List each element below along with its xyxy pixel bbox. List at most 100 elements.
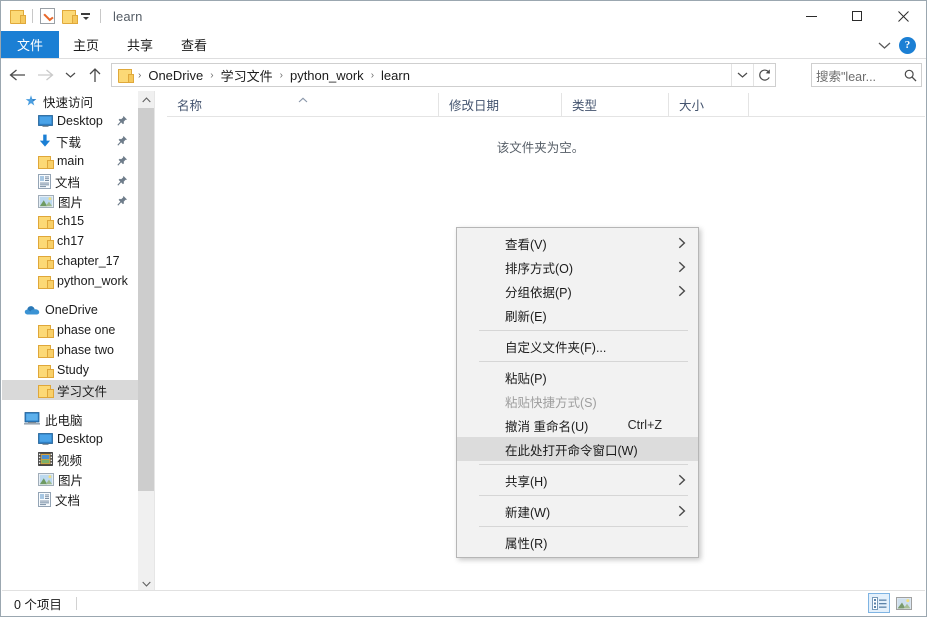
navpane-scrollbar[interactable] bbox=[138, 91, 154, 592]
column-header-type[interactable]: 类型 bbox=[562, 93, 669, 116]
previous-locations-icon[interactable] bbox=[731, 64, 753, 86]
navpane-item-quick-access-4[interactable]: 图片 bbox=[2, 191, 138, 211]
breadcrumb-separator-2[interactable]: › bbox=[277, 70, 286, 81]
help-icon[interactable]: ? bbox=[899, 37, 916, 54]
navpane-item-quick-access-5[interactable]: ch15 bbox=[2, 211, 138, 231]
pin-icon[interactable] bbox=[117, 135, 128, 146]
folder-icon bbox=[38, 324, 53, 337]
column-header-name[interactable]: 名称 bbox=[167, 93, 439, 116]
navpane-item-quick-access-2[interactable]: main bbox=[2, 151, 138, 171]
breadcrumb-separator-3[interactable]: › bbox=[368, 70, 377, 81]
navpane-root-quick-access[interactable]: 快速访问 bbox=[2, 91, 138, 111]
minimize-button[interactable] bbox=[788, 1, 834, 31]
context-menu-separator bbox=[479, 330, 688, 331]
chevron-right-icon bbox=[678, 237, 686, 249]
context-menu-item-9[interactable]: 撤消 重命名(U)Ctrl+Z bbox=[457, 413, 698, 437]
folder-icon[interactable] bbox=[9, 9, 25, 23]
navpane-item-label: 学习文件 bbox=[57, 381, 107, 400]
navpane-item-quick-access-0[interactable]: Desktop bbox=[2, 111, 138, 131]
navpane-root-label: OneDrive bbox=[45, 303, 98, 317]
navpane-item-this-pc-0[interactable]: Desktop bbox=[2, 429, 138, 449]
breadcrumb-item-learn[interactable]: learn bbox=[377, 66, 414, 85]
context-menu-item-shortcut: Ctrl+Z bbox=[628, 418, 662, 432]
recent-locations-button[interactable] bbox=[61, 63, 79, 87]
context-menu-item-2[interactable]: 分组依据(P) bbox=[457, 279, 698, 303]
up-button[interactable] bbox=[83, 63, 107, 87]
context-menu-item-0[interactable]: 查看(V) bbox=[457, 231, 698, 255]
navpane-item-quick-access-8[interactable]: python_work bbox=[2, 271, 138, 291]
navpane-root-onedrive[interactable]: OneDrive bbox=[2, 300, 138, 320]
navpane-item-onedrive-3[interactable]: 学习文件 bbox=[2, 380, 138, 400]
folder-icon bbox=[38, 215, 53, 228]
context-menu-item-3[interactable]: 刷新(E) bbox=[457, 303, 698, 327]
pin-icon[interactable] bbox=[117, 115, 128, 126]
pin-icon[interactable] bbox=[117, 155, 128, 166]
address-bar[interactable]: › OneDrive › 学习文件 › python_work › learn bbox=[111, 63, 776, 87]
navpane-item-this-pc-3[interactable]: 文档 bbox=[2, 489, 138, 509]
context-menu-item-label: 新建(W) bbox=[505, 502, 550, 521]
navpane-item-onedrive-0[interactable]: phase one bbox=[2, 320, 138, 340]
navpane-root-label: 快速访问 bbox=[43, 92, 93, 111]
back-button[interactable] bbox=[5, 63, 29, 87]
large-icons-view-button[interactable] bbox=[893, 593, 915, 613]
toolbar-divider bbox=[32, 9, 33, 23]
pin-icon[interactable] bbox=[117, 175, 128, 186]
close-button[interactable] bbox=[880, 1, 926, 31]
sort-ascending-icon bbox=[297, 92, 308, 106]
file-explorer-window: learn 文件 主页 共享 查看 ? bbox=[0, 0, 927, 617]
properties-icon[interactable] bbox=[40, 8, 55, 24]
column-header-size-label: 大小 bbox=[679, 95, 704, 114]
breadcrumb-separator-0[interactable]: › bbox=[135, 70, 144, 81]
context-menu-item-7[interactable]: 粘贴(P) bbox=[457, 365, 698, 389]
tab-home[interactable]: 主页 bbox=[59, 31, 113, 58]
scrollbar-thumb[interactable] bbox=[138, 108, 154, 491]
context-menu-item-label: 共享(H) bbox=[505, 471, 547, 490]
context-menu-item-12[interactable]: 共享(H) bbox=[457, 468, 698, 492]
breadcrumb-separator-1[interactable]: › bbox=[207, 70, 216, 81]
navpane-item-this-pc-1[interactable]: 视频 bbox=[2, 449, 138, 469]
status-bar: 0 个项目 bbox=[2, 590, 925, 615]
navpane-item-label: ch17 bbox=[57, 234, 84, 248]
chevron-down-icon[interactable] bbox=[875, 36, 893, 54]
navpane-item-quick-access-3[interactable]: 文档 bbox=[2, 171, 138, 191]
tab-share[interactable]: 共享 bbox=[113, 31, 167, 58]
navpane-item-quick-access-7[interactable]: chapter_17 bbox=[2, 251, 138, 271]
navpane-item-onedrive-2[interactable]: Study bbox=[2, 360, 138, 380]
navpane-item-onedrive-1[interactable]: phase two bbox=[2, 340, 138, 360]
status-divider bbox=[76, 597, 77, 610]
search-box[interactable]: 搜索"lear... bbox=[811, 63, 922, 87]
column-headers: 名称 修改日期 类型 大小 bbox=[167, 93, 925, 117]
monitor-icon bbox=[38, 115, 53, 127]
details-view-button[interactable] bbox=[868, 593, 890, 613]
scroll-up-icon[interactable] bbox=[138, 91, 154, 108]
breadcrumb-item-python-work[interactable]: python_work bbox=[286, 66, 368, 85]
context-menu-item-10[interactable]: 在此处打开命令窗口(W) bbox=[457, 437, 698, 461]
navpane-group-spacer bbox=[2, 291, 138, 300]
navpane-item-quick-access-1[interactable]: 下载 bbox=[2, 131, 138, 151]
column-header-size[interactable]: 大小 bbox=[669, 93, 749, 116]
navpane-item-quick-access-6[interactable]: ch17 bbox=[2, 231, 138, 251]
new-folder-icon[interactable] bbox=[61, 9, 77, 23]
pin-icon[interactable] bbox=[117, 195, 128, 206]
customize-qat-caret-icon[interactable] bbox=[79, 9, 93, 23]
breadcrumb-item-study-files[interactable]: 学习文件 bbox=[217, 64, 277, 87]
navpane-root-this-pc[interactable]: 此电脑 bbox=[2, 409, 138, 429]
context-menu-item-14[interactable]: 新建(W) bbox=[457, 499, 698, 523]
context-menu-item-1[interactable]: 排序方式(O) bbox=[457, 255, 698, 279]
folder-icon bbox=[38, 255, 53, 268]
tab-view[interactable]: 查看 bbox=[167, 31, 221, 58]
context-menu-item-label: 分组依据(P) bbox=[505, 282, 572, 301]
maximize-button[interactable] bbox=[834, 1, 880, 31]
breadcrumb-item-onedrive[interactable]: OneDrive bbox=[144, 66, 207, 85]
navpane-item-this-pc-2[interactable]: 图片 bbox=[2, 469, 138, 489]
search-input[interactable]: 搜索"lear... bbox=[816, 66, 904, 85]
tab-file[interactable]: 文件 bbox=[1, 31, 59, 58]
column-header-date-modified[interactable]: 修改日期 bbox=[439, 93, 562, 116]
navpane-item-label: 文档 bbox=[55, 490, 80, 509]
refresh-icon[interactable] bbox=[753, 64, 775, 86]
context-menu-item-5[interactable]: 自定义文件夹(F)... bbox=[457, 334, 698, 358]
navpane-item-label: main bbox=[57, 154, 84, 168]
search-icon[interactable] bbox=[904, 69, 917, 82]
context-menu-item-16[interactable]: 属性(R) bbox=[457, 530, 698, 554]
breadcrumb-folder-icon[interactable] bbox=[117, 68, 133, 82]
